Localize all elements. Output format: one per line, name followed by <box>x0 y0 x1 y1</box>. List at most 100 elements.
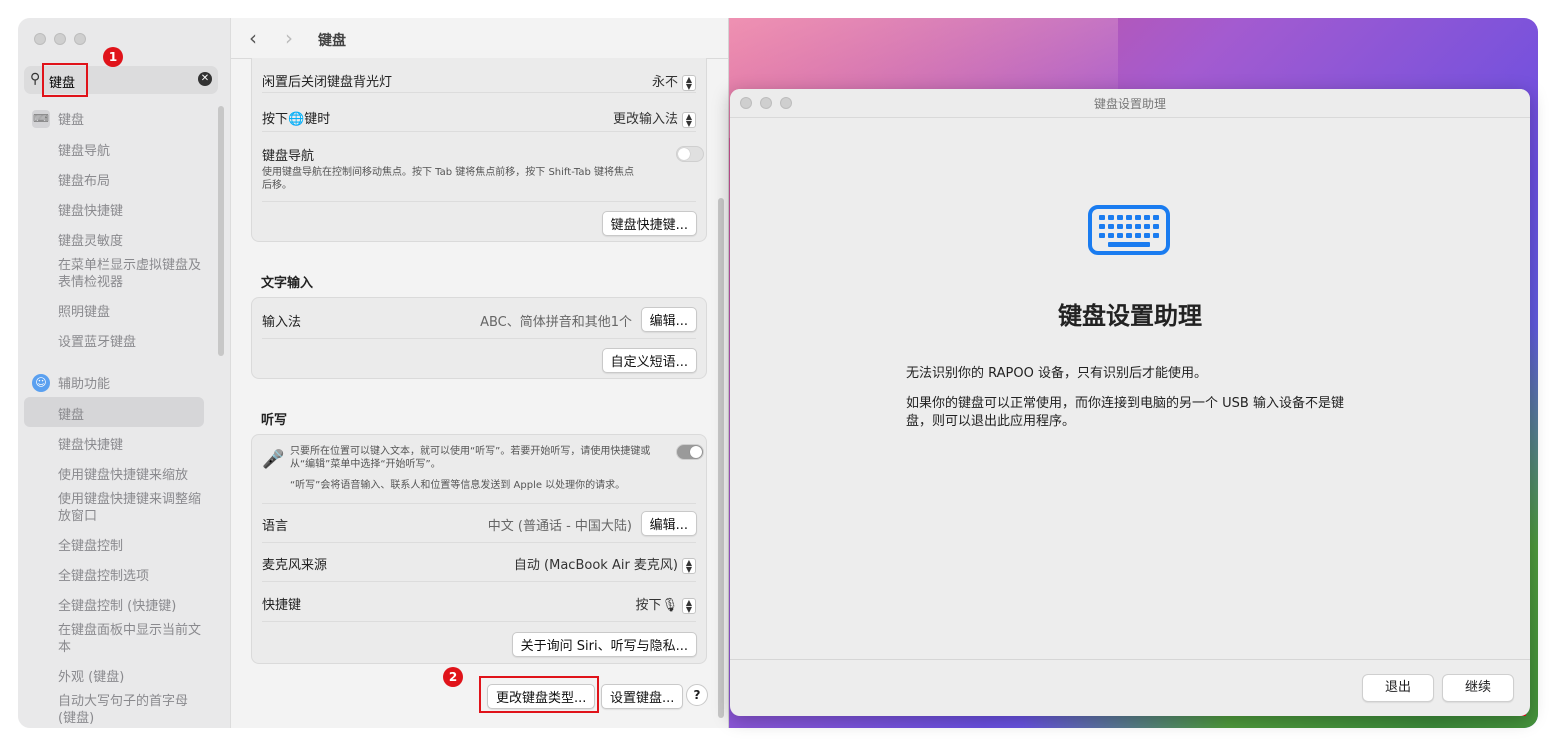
sidebar-item-virtual-keyboard[interactable]: 在菜单栏显示虚拟键盘及表情检视器 <box>58 257 208 291</box>
keyboard-icon: ⌨ <box>32 109 50 128</box>
siri-privacy-button[interactable]: 关于询问 Siri、听写与隐私... <box>511 632 697 657</box>
divider <box>262 581 696 582</box>
keyboard-setup-assistant-window: 键盘设置助理 键盘设置助理 无法识别你的 RAPOO 设备，只有识别后才能使用。… <box>730 89 1530 716</box>
assistant-heading: 键盘设置助理 <box>1058 302 1202 330</box>
sidebar-item-label: 键盘 <box>58 113 85 128</box>
shortcut-popup[interactable]: 按下🎙 ▲ ▼ <box>635 594 696 614</box>
dictation-title: 听写 <box>261 413 288 428</box>
input-source-value: ABC、简体拼音和其他1个 <box>480 315 632 330</box>
sidebar-item-lit-keyboard[interactable]: 照明键盘 <box>58 301 110 320</box>
keyboard-nav-desc: 使用键盘导航在控制间移动焦点。按下 Tab 键将焦点前移，按下 Shift-Ta… <box>262 167 634 191</box>
sidebar-item-zoom-window[interactable]: 使用键盘快捷键来调整缩放窗口 <box>58 491 208 525</box>
divider <box>262 201 696 202</box>
sidebar-item-access-keyboard[interactable]: 键盘 <box>58 404 84 423</box>
sidebar-item-auto-capitalize[interactable]: 自动大写句子的首字母 (键盘) <box>58 693 208 727</box>
annotation-marker-2: 2 <box>443 667 463 687</box>
input-edit-button[interactable]: 编辑... <box>640 307 697 332</box>
sidebar-item-keyboard-sensitivity[interactable]: 键盘灵敏度 <box>58 230 123 249</box>
sidebar-item-full-keyboard[interactable]: 全键盘控制 <box>58 535 123 554</box>
sidebar-item-keyboard[interactable]: ⌨ 键盘 <box>32 109 84 128</box>
language-value: 中文 (普通话 - 中国大陆) <box>487 519 632 534</box>
window-title: 键盘设置助理 <box>1093 97 1166 111</box>
stepper-icon: ▲ ▼ <box>682 557 696 574</box>
help-button[interactable]: ? <box>686 684 708 706</box>
sidebar-item-full-keyboard-options[interactable]: 全键盘控制选项 <box>58 565 149 584</box>
window-controls <box>34 33 86 45</box>
shortcut-row: 快捷键 按下🎙 ▲ ▼ <box>262 594 696 614</box>
globe-icon: 🌐 <box>288 112 305 127</box>
continue-button[interactable]: 继续 <box>1442 674 1514 702</box>
annotation-box-change-type <box>479 676 599 713</box>
assistant-message-2: 如果你的键盘可以正常使用，而你连接到电脑的另一个 USB 输入设备不是键盘，则可… <box>906 396 1344 429</box>
sidebar: ⚲ 键盘 ✕ ⌨ 键盘 键盘导航 键盘布局 键盘快捷键 键盘灵敏度 在菜单栏显示… <box>18 18 231 728</box>
divider <box>262 131 696 132</box>
backlight-popup[interactable]: 永不 ▲ ▼ <box>652 71 696 91</box>
sidebar-item-label: 辅助功能 <box>58 377 111 392</box>
page-title: 键盘 <box>318 33 346 49</box>
accessibility-icon: ☺ <box>32 373 50 392</box>
sidebar-item-keyboard-shortcuts[interactable]: 键盘快捷键 <box>58 200 123 219</box>
globe-label-b: 键时 <box>304 112 331 127</box>
assistant-message-1: 无法识别你的 RAPOO 设备，只有识别后才能使用。 <box>906 366 1207 381</box>
sidebar-item-accessibility[interactable]: ☺ 辅助功能 <box>32 373 110 392</box>
text-input-group: 输入法 ABC、简体拼音和其他1个 编辑... 自定义短语... <box>251 297 707 379</box>
mic-source-popup[interactable]: 自动 (MacBook Air 麦克风) ▲ ▼ <box>514 554 696 574</box>
dictation-intro: 🎤 只要所在位置可以键入文本，就可以使用“听写”。若要开始听写，请使用快捷键或从… <box>262 445 696 492</box>
globe-label-a: 按下 <box>262 112 289 127</box>
language-row: 语言 中文 (普通话 - 中国大陆) <box>262 515 696 534</box>
sidebar-item-appearance[interactable]: 外观 (键盘) <box>58 666 124 685</box>
sidebar-item-zoom-shortcuts[interactable]: 使用键盘快捷键来缩放 <box>58 464 188 483</box>
microphone-icon: 🎤 <box>262 449 285 470</box>
custom-phrase-button[interactable]: 自定义短语... <box>601 348 697 373</box>
annotation-box-search <box>42 63 88 97</box>
divider <box>262 542 696 543</box>
backlight-label: 闲置后关闭键盘背光灯 <box>262 75 393 90</box>
keyboard-icon <box>1088 205 1170 255</box>
clear-search-icon[interactable]: ✕ <box>198 72 212 86</box>
sidebar-item-bluetooth-keyboard[interactable]: 设置蓝牙键盘 <box>58 331 136 350</box>
text-input-title: 文字输入 <box>261 276 314 291</box>
search-icon: ⚲ <box>30 71 41 87</box>
keyboard-nav-toggle[interactable] <box>676 146 704 162</box>
language-label: 语言 <box>262 519 289 534</box>
sidebar-item-panel-text[interactable]: 在键盘面板中显示当前文本 <box>58 622 208 656</box>
sidebar-selection-highlight <box>24 397 204 427</box>
divider <box>262 92 696 93</box>
globe-key-row: 按下🌐键时 更改输入法 ▲ ▼ <box>262 108 696 128</box>
sidebar-item-keyboard-nav[interactable]: 键盘导航 <box>58 140 110 159</box>
keyboard-nav-row: 键盘导航 使用键盘导航在控制间移动焦点。按下 Tab 键将焦点前移，按下 Shi… <box>262 145 696 192</box>
system-settings-window: ⚲ 键盘 ✕ ⌨ 键盘 键盘导航 键盘布局 键盘快捷键 键盘灵敏度 在菜单栏显示… <box>18 18 729 728</box>
sidebar-item-full-keyboard-shortcut[interactable]: 全键盘控制 (快捷键) <box>58 595 176 614</box>
keyboard-nav-label: 键盘导航 <box>262 149 315 164</box>
dictation-group: 🎤 只要所在位置可以键入文本，就可以使用“听写”。若要开始听写，请使用快捷键或从… <box>251 434 707 664</box>
forward-chevron-icon[interactable]: › <box>285 26 293 50</box>
mic-small-icon: 🎙 <box>661 598 678 613</box>
divider <box>262 338 696 339</box>
zoom-button[interactable] <box>74 33 86 45</box>
content-scrollbar[interactable] <box>718 198 724 718</box>
minimize-button[interactable] <box>54 33 66 45</box>
back-chevron-icon[interactable]: ‹ <box>249 26 257 50</box>
keyboard-shortcuts-button[interactable]: 键盘快捷键... <box>601 211 697 236</box>
assistant-titlebar: 键盘设置助理 <box>730 89 1530 118</box>
stepper-icon: ▲ ▼ <box>682 597 696 614</box>
mic-source-label: 麦克风来源 <box>262 558 328 573</box>
keyboard-settings-group: 闲置后关闭键盘背光灯 永不 ▲ ▼ 按下🌐键时 更改输入法 ▲ ▼ 键盘导航 使用键盘导… <box>251 58 707 242</box>
close-button[interactable] <box>34 33 46 45</box>
stepper-icon: ▲ ▼ <box>682 74 696 91</box>
sidebar-item-keyboard-layout[interactable]: 键盘布局 <box>58 170 110 189</box>
dictation-toggle[interactable] <box>676 444 704 460</box>
language-edit-button[interactable]: 编辑... <box>640 511 697 536</box>
setup-keyboard-button[interactable]: 设置键盘... <box>601 684 684 709</box>
shortcut-label: 快捷键 <box>262 598 302 613</box>
globe-popup[interactable]: 更改输入法 ▲ ▼ <box>613 108 696 128</box>
sidebar-item-access-shortcuts[interactable]: 键盘快捷键 <box>58 434 123 453</box>
mic-source-row: 麦克风来源 自动 (MacBook Air 麦克风) ▲ ▼ <box>262 554 696 574</box>
toolbar: ‹ › 键盘 <box>231 18 728 59</box>
sidebar-scrollbar[interactable] <box>218 106 224 356</box>
quit-button[interactable]: 退出 <box>1362 674 1434 702</box>
divider <box>262 621 696 622</box>
backlight-row: 闲置后关闭键盘背光灯 永不 ▲ ▼ <box>262 71 696 91</box>
divider <box>262 503 696 504</box>
input-source-label: 输入法 <box>262 315 302 330</box>
